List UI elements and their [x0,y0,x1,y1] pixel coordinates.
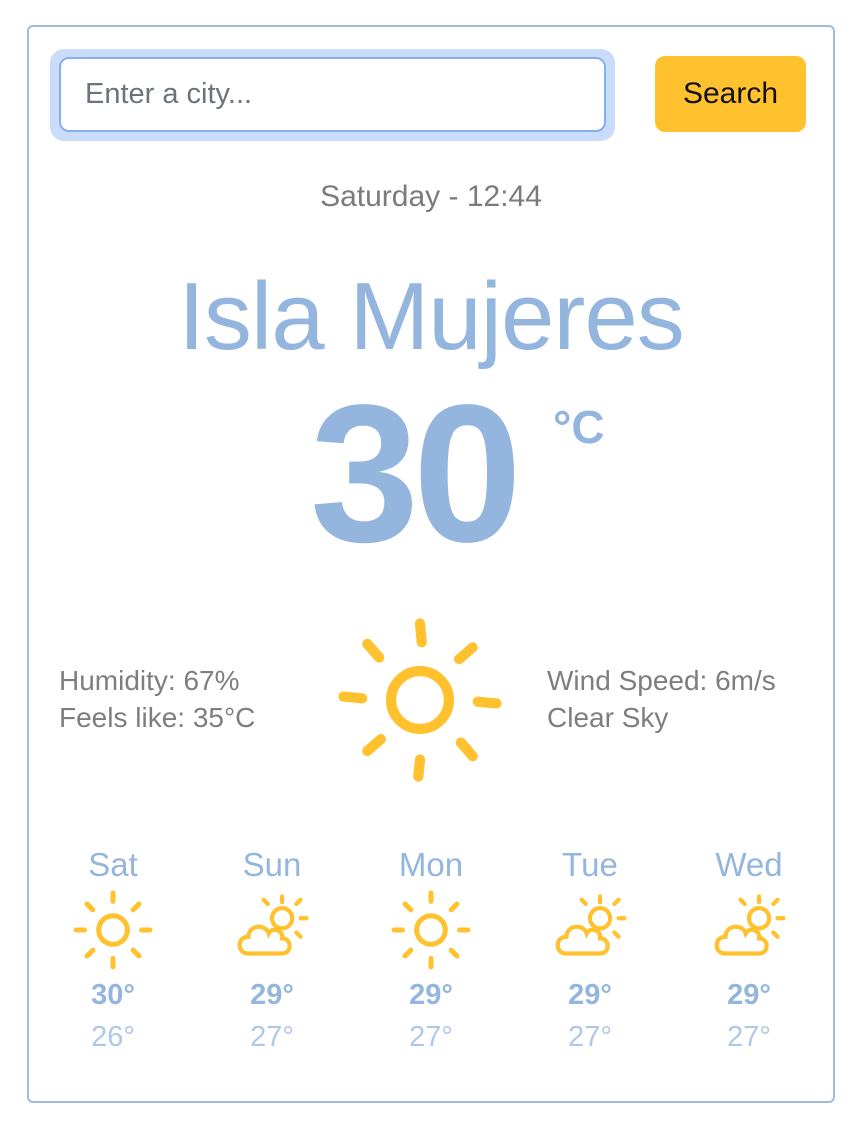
search-button[interactable]: Search [655,56,806,132]
forecast-day-name: Sun [242,846,302,883]
search-input[interactable] [59,57,606,132]
forecast-high: 30° [91,979,135,1011]
forecast-low: 27° [568,1021,612,1053]
sun-icon [338,618,502,782]
forecast-day-name: Wed [715,846,783,883]
forecast-low: 26° [91,1021,135,1053]
weather-description: Clear Sky [547,702,669,733]
current-temperature: 30 [310,364,522,583]
weather-details-right: Wind Speed: 6m/s Clear Sky [547,662,776,736]
feels-like: Feels like: 35°C [59,702,256,733]
forecast-day: Sat 30° 26° [33,844,193,1058]
temperature-unit: °C [553,401,605,453]
forecast-high: 29° [568,979,612,1011]
cloud-sun-icon [237,894,309,956]
forecast-high: 29° [727,979,771,1011]
forecast-high: 29° [250,979,294,1011]
forecast-low: 27° [409,1021,453,1053]
weather-details-left: Humidity: 67% Feels like: 35°C [59,662,255,736]
forecast-high: 29° [409,979,453,1011]
cloud-sun-icon [714,894,786,956]
forecast-day-name: Mon [398,846,464,883]
sun-icon [73,890,153,970]
current-datetime: Saturday - 12:44 [320,180,542,213]
forecast-low: 27° [727,1021,771,1053]
forecast-day: Wed 29° 27° [669,844,829,1058]
forecast-day: Sun 29° 27° [192,844,352,1058]
forecast-row: Sat 30° 26° Sun 29° 27° Mon 29° 27° Tue … [33,844,829,1074]
cloud-sun-icon [555,894,627,956]
humidity: Humidity: 67% [59,665,240,696]
city-name: Isla Mujeres [178,263,685,370]
forecast-low: 27° [250,1021,294,1053]
forecast-day: Mon 29° 27° [351,844,511,1058]
forecast-day: Tue 29° 27° [510,844,670,1058]
sun-icon [391,890,471,970]
forecast-day-name: Sat [88,846,138,883]
forecast-day-name: Tue [562,846,618,883]
wind-speed: Wind Speed: 6m/s [547,665,776,696]
